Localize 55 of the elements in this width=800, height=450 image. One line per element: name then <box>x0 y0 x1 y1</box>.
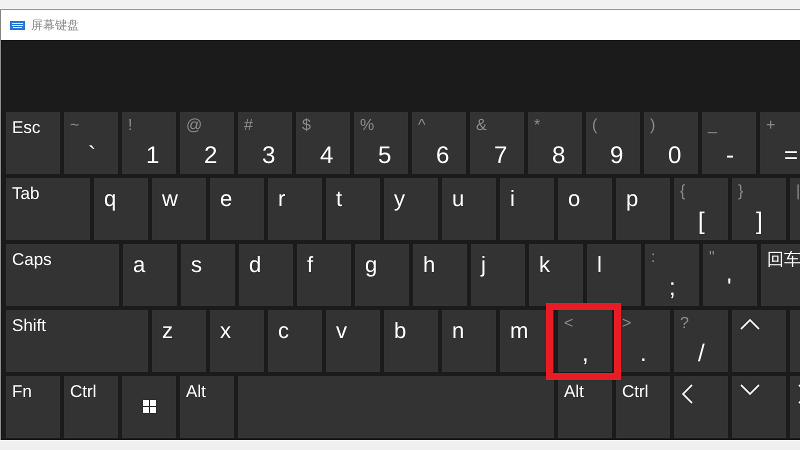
key[interactable]: w <box>152 178 206 240</box>
key[interactable]: i <box>500 178 554 240</box>
key[interactable]: Caps <box>6 244 119 306</box>
key[interactable]: a <box>123 244 177 306</box>
key[interactable]: f <box>297 244 351 306</box>
key[interactable]: g <box>355 244 409 306</box>
key[interactable]: b <box>384 310 438 372</box>
key[interactable]: p <box>616 178 670 240</box>
key[interactable]: k <box>529 244 583 306</box>
key[interactable]: r <box>268 178 322 240</box>
key[interactable]: $ 4 <box>296 112 350 174</box>
key[interactable]: d <box>239 244 293 306</box>
key[interactable]: j <box>471 244 525 306</box>
key[interactable]: & 7 <box>470 112 524 174</box>
key[interactable]: t <box>326 178 380 240</box>
key[interactable]: c <box>268 310 322 372</box>
key[interactable]: { [ <box>674 178 728 240</box>
key[interactable]: h <box>413 244 467 306</box>
key[interactable]: q <box>94 178 148 240</box>
window-title: 屏幕键盘 <box>31 17 79 34</box>
key[interactable]: Esc <box>6 112 60 174</box>
key[interactable]: # 3 <box>238 112 292 174</box>
key[interactable]: s <box>181 244 235 306</box>
key[interactable]: ? / <box>674 310 728 372</box>
key[interactable]: o <box>558 178 612 240</box>
key[interactable]: ) 0 <box>644 112 698 174</box>
key[interactable]: } ] <box>732 178 786 240</box>
key[interactable]: Ctrl <box>64 376 118 438</box>
key[interactable]: Shift <box>6 310 148 372</box>
key[interactable]: 回车 <box>761 244 800 306</box>
key[interactable]: y <box>384 178 438 240</box>
key[interactable]: Tab <box>6 178 90 240</box>
key[interactable]: Alt <box>180 376 234 438</box>
key[interactable]: l <box>587 244 641 306</box>
key[interactable]: v <box>326 310 380 372</box>
key[interactable]: ( 9 <box>586 112 640 174</box>
key[interactable]: Fn <box>6 376 60 438</box>
key[interactable]: + = <box>760 112 800 174</box>
key[interactable]: n <box>442 310 496 372</box>
key[interactable]: | <box>790 178 800 240</box>
key[interactable]: x <box>210 310 264 372</box>
key[interactable]: _ - <box>702 112 756 174</box>
key[interactable]: z <box>152 310 206 372</box>
key[interactable]: e <box>210 178 264 240</box>
key[interactable]: < , <box>558 310 612 372</box>
key[interactable]: ^ 6 <box>412 112 466 174</box>
key[interactable]: " ' <box>703 244 757 306</box>
key[interactable]: * 8 <box>528 112 582 174</box>
key[interactable]: ~ ` <box>64 112 118 174</box>
key[interactable]: : ; <box>645 244 699 306</box>
key[interactable]: Ctrl <box>616 376 670 438</box>
key[interactable]: u <box>442 178 496 240</box>
key[interactable]: ! 1 <box>122 112 176 174</box>
key[interactable]: % 5 <box>354 112 408 174</box>
key[interactable]: @ 2 <box>180 112 234 174</box>
